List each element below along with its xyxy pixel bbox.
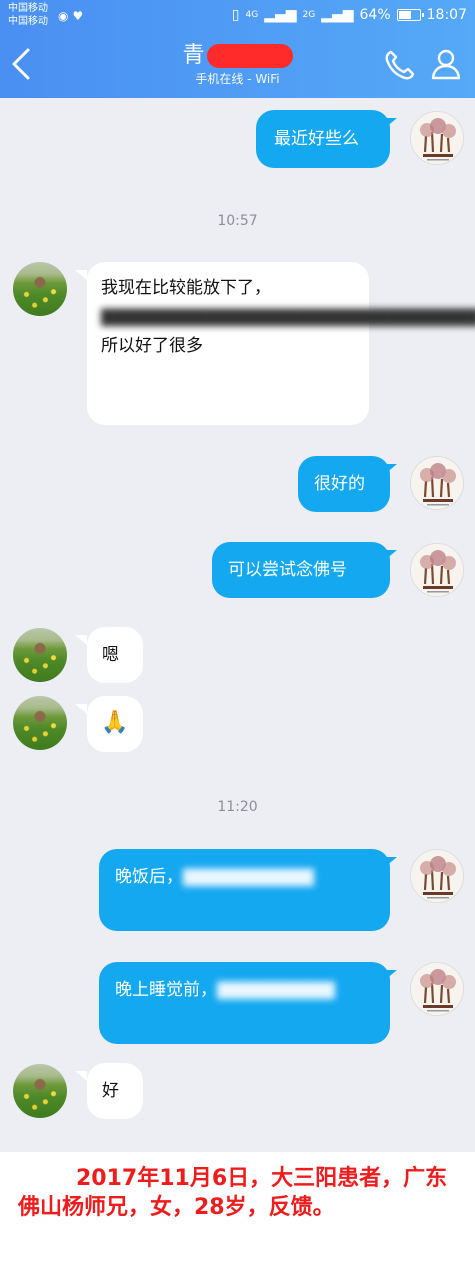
- battery-icon: [396, 9, 424, 21]
- timestamp: 10:57: [217, 213, 258, 229]
- message-text-visible: 晚上睡觉前，: [115, 980, 217, 1000]
- status-bar: 中国移动 中国移动 ◉♥ ▯ 4G ▂▄▆ 2G ▂▄▆ 64% 18:07: [0, 0, 475, 32]
- blurred-text: ▇▇▇▇▇▇▇▇▇▇: [183, 867, 314, 887]
- bubble-tail: [75, 635, 87, 645]
- message-bubble-sent[interactable]: 最近好些么: [256, 110, 390, 168]
- contact-name: 青: [182, 43, 205, 68]
- network-2: 2G: [302, 10, 316, 20]
- tree-logo-icon: [411, 457, 463, 509]
- blurred-text: ▇▇▇▇▇▇▇▇▇: [217, 980, 335, 1000]
- caption-panel: 2017年11月6日，大三阳患者，广东佛山杨师兄，女，28岁，反馈。: [0, 1152, 475, 1267]
- bubble-tail: [75, 1071, 87, 1081]
- friend-avatar[interactable]: [13, 262, 67, 316]
- profile-button[interactable]: [429, 47, 463, 81]
- phone-icon: [385, 50, 415, 80]
- my-avatar[interactable]: [410, 456, 464, 510]
- message-text: 好: [102, 1081, 119, 1101]
- my-avatar[interactable]: [410, 849, 464, 903]
- message-text: 最近好些么: [274, 129, 359, 149]
- tree-logo-icon: [411, 963, 463, 1015]
- chat-header: 青 手机在线 - WiFi: [0, 32, 475, 98]
- signal-icon: ▂▄▆: [264, 7, 297, 23]
- signal-icon-2: ▂▄▆: [321, 7, 354, 23]
- message-bubble-received[interactable]: 嗯: [87, 627, 143, 683]
- friend-avatar[interactable]: [13, 696, 67, 750]
- caption-text: 2017年11月6日，大三阳患者，广东佛山杨师兄，女，28岁，反馈。: [18, 1166, 448, 1220]
- tree-logo-icon: [411, 544, 463, 596]
- notification-icons: ◉♥: [58, 9, 87, 23]
- network-1: 4G: [245, 10, 259, 20]
- carrier-1: 中国移动: [8, 3, 48, 14]
- message-bubble-sent[interactable]: 很好的: [298, 456, 390, 512]
- message-bubble-sent[interactable]: 晚饭后，▇▇▇▇▇▇▇▇▇▇: [99, 849, 390, 931]
- bubble-tail: [385, 118, 397, 128]
- message-bubble-received[interactable]: 我现在比较能放下了，▇▇▇▇▇▇▇▇▇▇▇▇▇▇▇▇▇▇▇▇▇▇▇▇▇▇▇▇▇，…: [87, 262, 475, 425]
- call-button[interactable]: [383, 48, 417, 82]
- battery-percent: 64%: [359, 7, 391, 23]
- clock: 18:07: [426, 7, 467, 23]
- tree-logo-icon: [411, 850, 463, 902]
- redaction-mark: [206, 44, 293, 68]
- timestamp: 11:20: [217, 799, 258, 815]
- message-bubble-received[interactable]: 🙏: [87, 696, 143, 752]
- bubble-tail: [75, 704, 87, 714]
- my-avatar[interactable]: [410, 962, 464, 1016]
- carrier-labels: 中国移动 中国移动: [8, 2, 48, 28]
- friend-avatar[interactable]: [13, 1064, 67, 1118]
- carrier-2: 中国移动: [8, 16, 48, 27]
- message-text: 可以尝试念佛号: [228, 560, 347, 580]
- bubble-tail: [385, 550, 397, 560]
- bubble-tail: [385, 857, 397, 867]
- message-text: 嗯: [102, 645, 119, 665]
- friend-avatar[interactable]: [13, 628, 67, 682]
- message-bubble-received[interactable]: 好: [87, 1063, 143, 1119]
- message-text-visible: 我现在比较能放下了，: [101, 278, 271, 298]
- message-text-visible: 晚饭后，: [115, 867, 183, 887]
- bubble-tail: [385, 464, 397, 474]
- message-bubble-sent[interactable]: 晚上睡觉前，▇▇▇▇▇▇▇▇▇: [99, 962, 390, 1044]
- status-right: ▯ 4G ▂▄▆ 2G ▂▄▆ 64% 18:07: [232, 7, 467, 23]
- bubble-tail: [75, 270, 87, 280]
- praying-hands-icon: 🙏: [101, 710, 129, 735]
- health-icon: ♥: [72, 9, 88, 23]
- my-avatar[interactable]: [410, 543, 464, 597]
- message-text: 很好的: [314, 474, 365, 494]
- person-icon: [431, 49, 461, 80]
- blurred-text: ▇▇▇▇▇▇▇▇▇▇▇▇▇▇▇▇▇▇▇▇▇▇▇▇▇▇▇▇▇: [101, 307, 475, 327]
- record-icon: ◉: [58, 9, 73, 23]
- bubble-tail: [385, 970, 397, 980]
- vibrate-icon: ▯: [231, 7, 240, 23]
- tree-logo-icon: [411, 112, 463, 164]
- my-avatar[interactable]: [410, 111, 464, 165]
- message-bubble-sent[interactable]: 可以尝试念佛号: [212, 542, 390, 598]
